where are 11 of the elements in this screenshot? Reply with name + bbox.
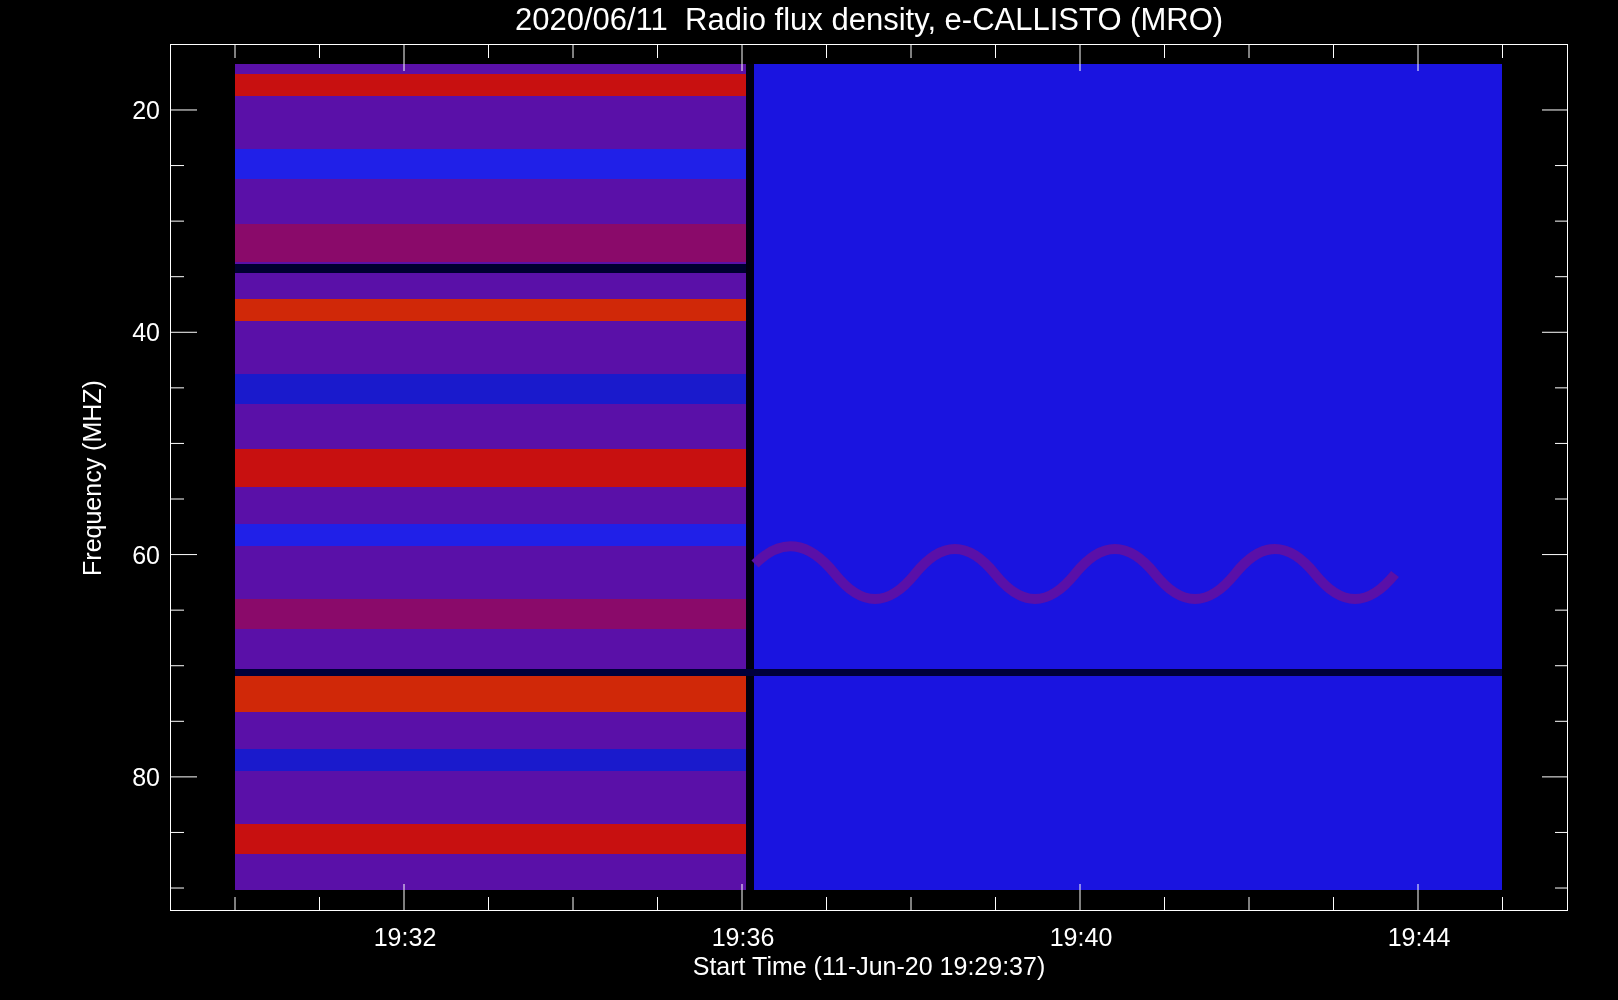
y-tick-label: 80 [132, 762, 160, 791]
y-axis-label: Frequency (MHZ) [78, 380, 106, 576]
x-tick-label: 19:40 [1049, 923, 1113, 951]
x-tick-label: 19:36 [711, 923, 775, 951]
y-tick-label: 40 [132, 318, 160, 347]
y-tick-label: 20 [132, 96, 160, 124]
x-axis-label: Start Time (11-Jun-20 19:29:37) [692, 952, 1046, 980]
chart-title: 2020/06/11 Radio flux density, e-CALLISTO (MRO) [514, 2, 1224, 37]
x-tick-label: 19:44 [1387, 923, 1451, 951]
x-tick-label: 19:32 [373, 923, 437, 951]
y-tick-label: 60 [132, 540, 160, 569]
